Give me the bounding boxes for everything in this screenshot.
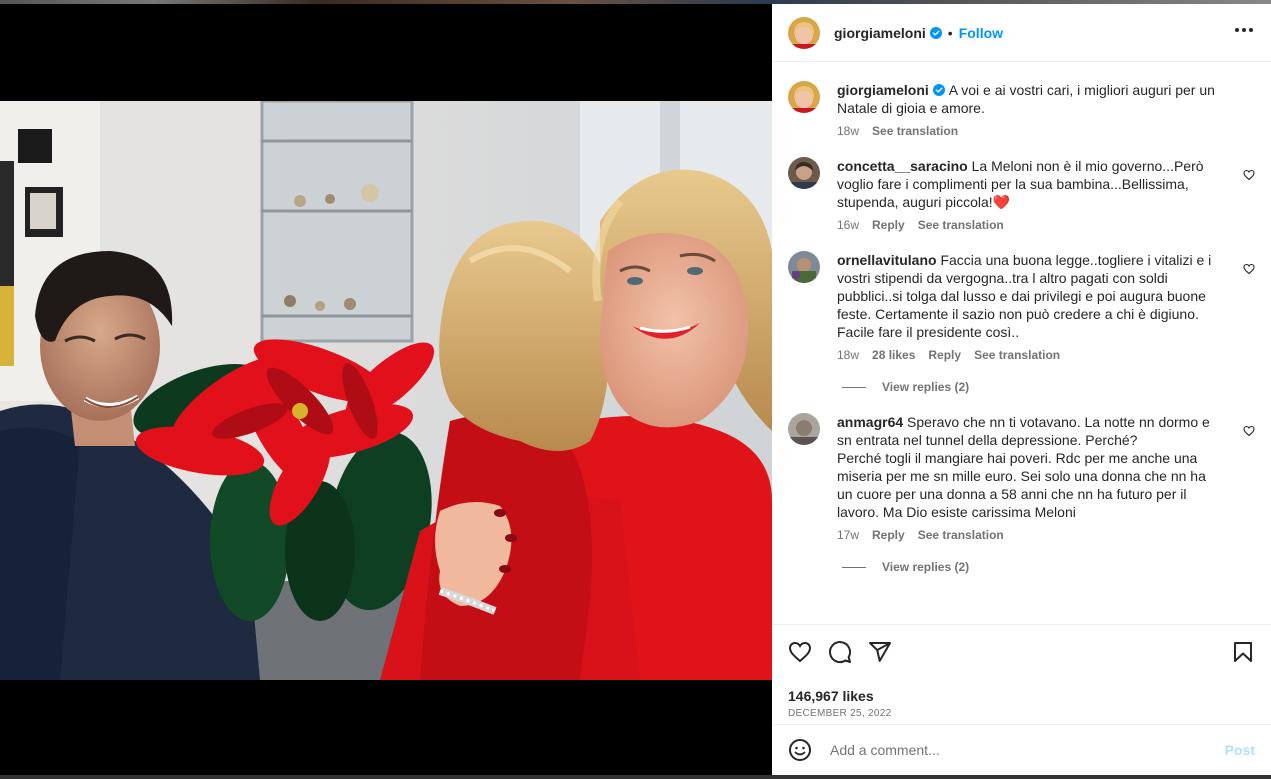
bookmark-icon[interactable] — [1231, 640, 1255, 664]
comment-time: 18w — [837, 348, 860, 362]
comment-text: ornellavitulano Faccia una buona legge..… — [837, 251, 1225, 341]
add-comment-bar: Post — [772, 724, 1271, 775]
view-replies-button[interactable]: View replies (2) — [842, 380, 1255, 394]
post-photo — [0, 101, 772, 680]
comment-item: anmagr64 Speravo che nn ti votavano. La … — [788, 413, 1255, 542]
post-details-panel: giorgiameloni • Follow giorgiameloniA v — [772, 4, 1271, 775]
caption-time: 18w — [837, 124, 860, 138]
post-actions: 146,967 likes DECEMBER 25, 2022 — [772, 624, 1271, 725]
caption-text: giorgiameloni A voi e ai vostri cari, i m… — [837, 81, 1225, 117]
replies-divider — [842, 566, 866, 568]
see-translation-button[interactable]: See translation — [918, 218, 1004, 232]
commenter-avatar[interactable] — [788, 413, 820, 445]
comment-like-heart-icon[interactable] — [1243, 263, 1255, 275]
more-options-icon[interactable] — [1235, 24, 1253, 36]
view-replies-label: View replies (2) — [882, 560, 970, 574]
view-replies-label: View replies (2) — [882, 380, 970, 394]
comment-item: concetta__saracino La Meloni non è il mi… — [788, 157, 1255, 232]
comment-icon[interactable] — [828, 640, 852, 664]
separator-dot: • — [947, 24, 953, 41]
comment-username[interactable]: anmagr64 — [837, 414, 903, 430]
heart-icon[interactable] — [788, 640, 812, 664]
likes-count[interactable]: 146,967 likes — [772, 688, 1271, 704]
comment-time: 16w — [837, 218, 860, 232]
see-translation-button[interactable]: See translation — [872, 124, 958, 138]
reply-button[interactable]: Reply — [928, 348, 961, 362]
caption: giorgiameloni A voi e ai vostri cari, i m… — [788, 81, 1255, 138]
author-avatar[interactable] — [788, 16, 820, 49]
author-username[interactable]: giorgiameloni — [834, 25, 926, 41]
emoji-icon[interactable] — [788, 738, 812, 762]
comment-text: anmagr64 Speravo che nn ti votavano. La … — [837, 413, 1225, 521]
post-date: DECEMBER 25, 2022 — [788, 708, 892, 719]
verified-badge-icon — [932, 84, 945, 96]
commenter-avatar[interactable] — [788, 251, 820, 283]
comments-list[interactable]: giorgiameloni A voi e ai vostri cari, i m… — [772, 62, 1271, 624]
comment-time: 17w — [837, 528, 860, 542]
follow-button[interactable]: Follow — [959, 25, 1003, 41]
comment-text: concetta__saracino La Meloni non è il mi… — [837, 157, 1225, 211]
reply-button[interactable]: Reply — [872, 218, 905, 232]
caption-username[interactable]: giorgiameloni — [837, 82, 929, 98]
comment-input[interactable] — [828, 741, 1225, 759]
verified-badge-icon — [929, 26, 942, 39]
caption-avatar[interactable] — [788, 81, 820, 113]
post-header: giorgiameloni • Follow — [772, 4, 1271, 62]
see-translation-button[interactable]: See translation — [974, 348, 1060, 362]
commenter-avatar[interactable] — [788, 157, 820, 189]
comment-username[interactable]: concetta__saracino — [837, 158, 968, 174]
comment-like-heart-icon[interactable] — [1243, 169, 1255, 181]
post-comment-button[interactable]: Post — [1225, 742, 1255, 758]
see-translation-button[interactable]: See translation — [918, 528, 1004, 542]
post-media[interactable] — [0, 4, 772, 775]
replies-divider — [842, 386, 866, 388]
comment-item: ornellavitulano Faccia una buona legge..… — [788, 251, 1255, 362]
comment-likes-count[interactable]: 28 likes — [872, 348, 915, 362]
view-replies-button[interactable]: View replies (2) — [842, 560, 1255, 574]
comment-username[interactable]: ornellavitulano — [837, 252, 937, 268]
share-icon[interactable] — [868, 640, 892, 664]
reply-button[interactable]: Reply — [872, 528, 905, 542]
background-bottom-strip — [0, 775, 1271, 779]
comment-like-heart-icon[interactable] — [1243, 425, 1255, 437]
